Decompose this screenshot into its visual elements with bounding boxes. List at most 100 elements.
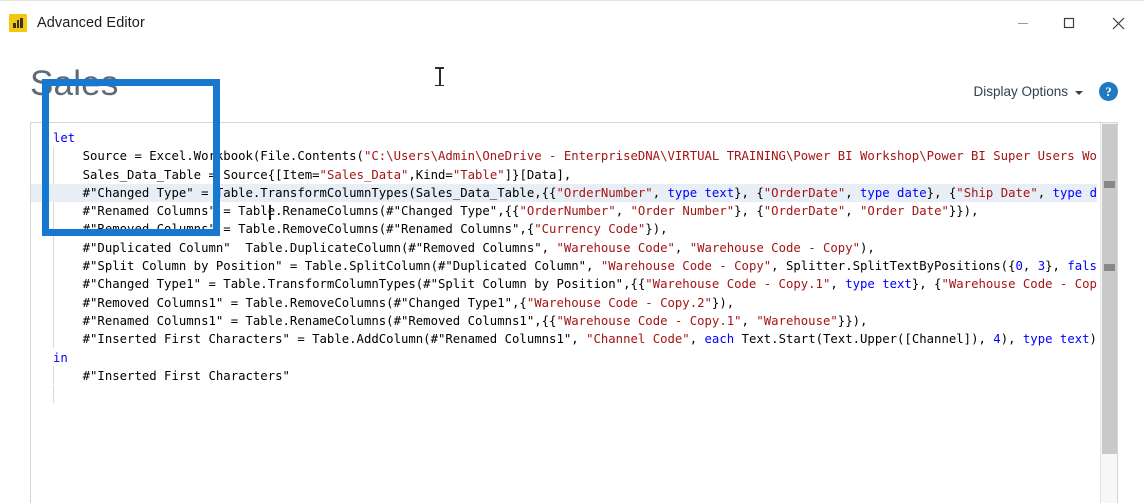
code-token: #"Inserted First Characters" bbox=[83, 369, 290, 383]
code-line[interactable]: Sales_Data_Table = Source{[Item="Sales_D… bbox=[31, 166, 1097, 184]
code-token: }), bbox=[712, 296, 734, 310]
advanced-editor-code-panel[interactable]: let Source = Excel.Workbook(File.Content… bbox=[30, 122, 1118, 503]
code-line[interactable]: #"Removed Columns" = Table.RemoveColumns… bbox=[31, 220, 1097, 238]
code-token: , bbox=[653, 186, 668, 200]
code-token: 0 bbox=[1015, 259, 1022, 273]
code-token: }, bbox=[1045, 259, 1067, 273]
code-token: "OrderNumber" bbox=[556, 186, 652, 200]
close-button[interactable] bbox=[1092, 1, 1144, 45]
display-options-dropdown[interactable]: Display Options bbox=[973, 84, 1083, 99]
code-line[interactable]: #"Inserted First Characters" bbox=[31, 367, 1097, 385]
code-token: type date bbox=[860, 186, 927, 200]
chevron-down-icon bbox=[1075, 91, 1083, 95]
code-token: "Warehouse Code - Copy" bbox=[690, 241, 860, 255]
text-caret bbox=[269, 205, 271, 220]
code-token: , bbox=[845, 204, 860, 218]
code-token: #"Removed Columns" = Table.RemoveColumns… bbox=[83, 222, 535, 236]
code-token: , bbox=[675, 241, 690, 255]
code-line[interactable]: in bbox=[31, 349, 1097, 367]
code-token: , bbox=[742, 314, 757, 328]
code-token: "Warehouse Code - Copy.1" bbox=[556, 314, 741, 328]
code-token: "Channel Code" bbox=[586, 332, 690, 346]
code-line[interactable]: #"Renamed Columns" = Table.RenameColumns… bbox=[31, 202, 1097, 220]
code-line[interactable]: Source = Excel.Workbook(File.Contents("C… bbox=[31, 147, 1097, 165]
maximize-button[interactable] bbox=[1046, 1, 1092, 45]
code-token: #"Changed Type" = Table.TransformColumnT… bbox=[83, 186, 557, 200]
maximize-icon bbox=[1063, 17, 1075, 29]
code-line[interactable]: #"Duplicated Column" Table.DuplicateColu… bbox=[31, 239, 1097, 257]
code-token: }}), bbox=[838, 314, 868, 328]
code-token: "C:\Users\Admin\OneDrive - EnterpriseDNA… bbox=[364, 149, 1097, 163]
code-token: in bbox=[53, 351, 68, 365]
code-token: "OrderNumber" bbox=[519, 204, 615, 218]
code-token: #"Renamed Columns" = Table.RenameColumns… bbox=[83, 204, 520, 218]
code-text[interactable]: let Source = Excel.Workbook(File.Content… bbox=[31, 129, 1097, 385]
code-token: "Warehouse Code - Cop bbox=[941, 277, 1096, 291]
window-titlebar: Advanced Editor bbox=[0, 0, 1144, 45]
window-title: Advanced Editor bbox=[37, 15, 145, 31]
code-token: "Warehouse Code - Copy" bbox=[601, 259, 771, 273]
code-token: }, { bbox=[927, 186, 957, 200]
code-token: #"Changed Type1" = Table.TransformColumn… bbox=[83, 277, 646, 291]
code-token: fals bbox=[1067, 259, 1097, 273]
code-token: }, { bbox=[734, 186, 764, 200]
power-bi-icon bbox=[9, 14, 27, 32]
code-token: 4 bbox=[993, 332, 1000, 346]
code-token: , bbox=[616, 204, 631, 218]
code-token: ,Kind= bbox=[408, 168, 452, 182]
code-token: "Ship Date" bbox=[956, 186, 1037, 200]
header-actions: Display Options ? bbox=[973, 82, 1118, 101]
code-token: }, { bbox=[734, 204, 764, 218]
code-token: #"Duplicated Column" Table.DuplicateColu… bbox=[83, 241, 557, 255]
code-token: ), bbox=[860, 241, 875, 255]
code-token: type text bbox=[668, 186, 735, 200]
code-token: , bbox=[845, 186, 860, 200]
code-line[interactable]: let bbox=[31, 129, 1097, 147]
code-token: "Order Date" bbox=[860, 204, 949, 218]
code-token: ), bbox=[1001, 332, 1023, 346]
code-token: Text.Start(Text.Upper([Channel]), bbox=[734, 332, 993, 346]
code-token: , bbox=[1023, 259, 1038, 273]
code-line[interactable]: #"Inserted First Characters" = Table.Add… bbox=[31, 330, 1097, 348]
code-scroll-viewport[interactable]: let Source = Excel.Workbook(File.Content… bbox=[31, 123, 1100, 503]
help-circle-icon[interactable]: ? bbox=[1099, 82, 1118, 101]
code-token: type d bbox=[1053, 186, 1097, 200]
minimize-button[interactable] bbox=[1000, 1, 1046, 45]
close-icon bbox=[1112, 17, 1125, 30]
code-line[interactable]: #"Split Column by Position" = Table.Spli… bbox=[31, 257, 1097, 275]
code-token: , bbox=[690, 332, 705, 346]
code-token: #"Removed Columns1" = Table.RemoveColumn… bbox=[83, 296, 527, 310]
window-controls bbox=[1000, 1, 1144, 45]
code-line[interactable]: #"Renamed Columns1" = Table.RenameColumn… bbox=[31, 312, 1097, 330]
code-token: }), bbox=[645, 222, 667, 236]
code-line[interactable]: #"Changed Type1" = Table.TransformColumn… bbox=[31, 275, 1097, 293]
minimize-icon bbox=[1017, 17, 1029, 29]
code-token: "Order Number" bbox=[631, 204, 735, 218]
code-token: }, { bbox=[912, 277, 942, 291]
code-token: #"Split Column by Position" = Table.Spli… bbox=[83, 259, 601, 273]
scroll-marker-1 bbox=[1104, 181, 1115, 188]
code-token: ) bbox=[1090, 332, 1097, 346]
code-token: , bbox=[830, 277, 845, 291]
vertical-scrollbar[interactable] bbox=[1100, 123, 1117, 503]
code-token: let bbox=[53, 131, 75, 145]
code-token: #"Renamed Columns1" = Table.RenameColumn… bbox=[83, 314, 557, 328]
code-token: "Currency Code" bbox=[534, 222, 645, 236]
code-token: , Splitter.SplitTextByPositions({ bbox=[771, 259, 1015, 273]
code-line[interactable]: #"Changed Type" = Table.TransformColumnT… bbox=[31, 184, 1097, 202]
code-token: Source = Excel.Workbook(File.Contents( bbox=[83, 149, 364, 163]
code-token: }}), bbox=[949, 204, 979, 218]
code-token: ]}[Data], bbox=[505, 168, 572, 182]
code-token: "Warehouse Code - Copy.1" bbox=[645, 277, 830, 291]
code-token: "OrderDate" bbox=[764, 186, 845, 200]
code-token: type text bbox=[845, 277, 912, 291]
code-token: "Warehouse" bbox=[756, 314, 837, 328]
code-token: type text bbox=[1023, 332, 1090, 346]
code-token: "Warehouse Code - Copy.2" bbox=[527, 296, 712, 310]
code-token: 3 bbox=[1038, 259, 1045, 273]
code-line[interactable]: #"Removed Columns1" = Table.RemoveColumn… bbox=[31, 294, 1097, 312]
mouse-ibeam-cursor bbox=[435, 66, 444, 87]
display-options-label: Display Options bbox=[973, 84, 1068, 99]
code-token: #"Inserted First Characters" = Table.Add… bbox=[83, 332, 586, 346]
vertical-scrollbar-thumb[interactable] bbox=[1102, 124, 1117, 454]
